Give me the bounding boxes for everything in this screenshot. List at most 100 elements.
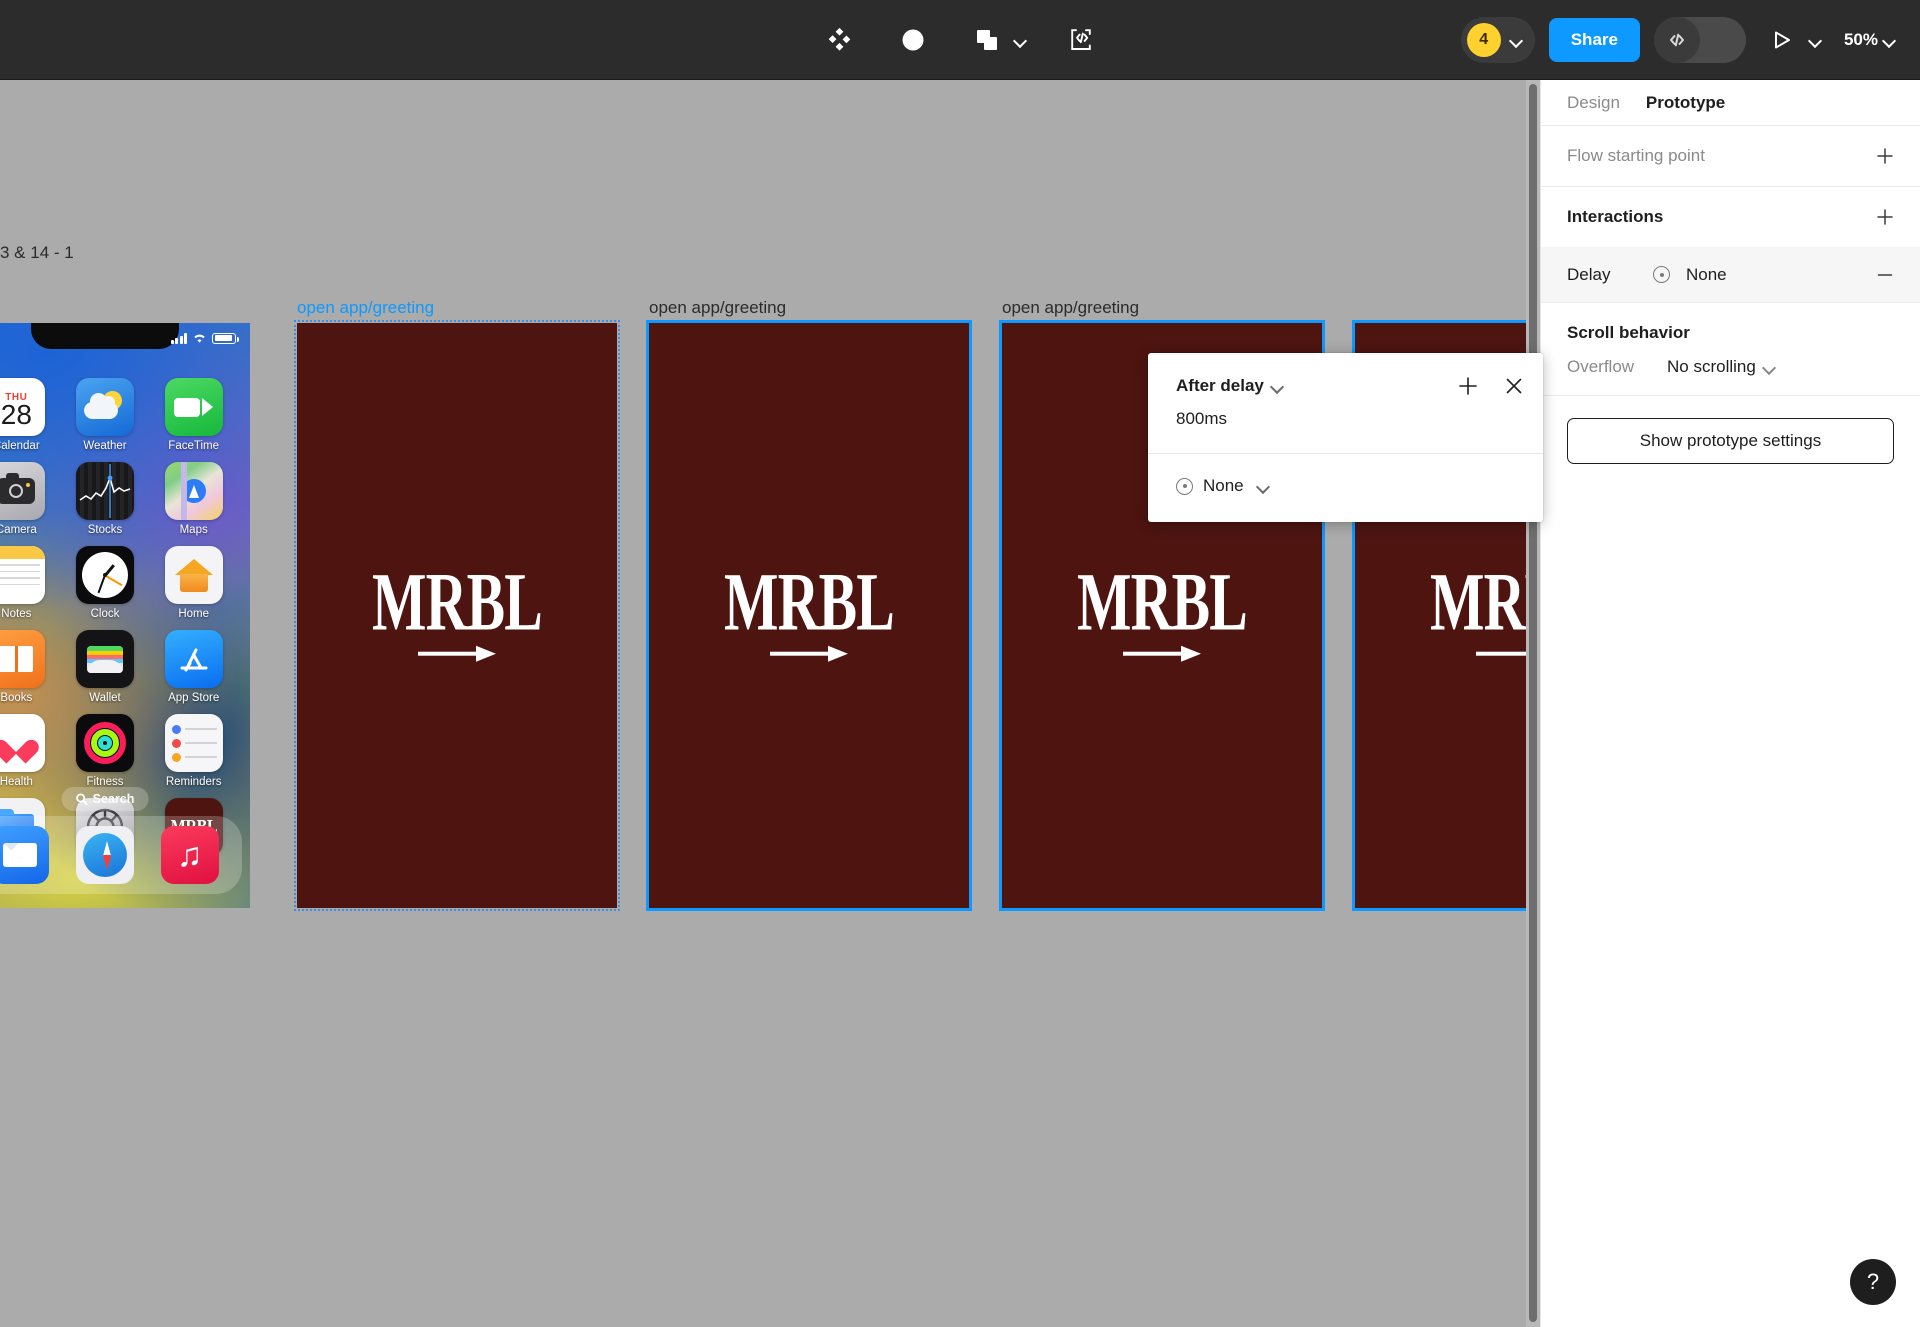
- wifi-icon: [194, 334, 205, 343]
- code-frame-icon[interactable]: [1059, 18, 1103, 62]
- app-label: Calendar: [0, 440, 40, 452]
- app-label: Reminders: [165, 776, 222, 788]
- target-icon: [1653, 266, 1670, 283]
- zoom-level-label: 50%: [1843, 30, 1878, 49]
- collaborator-count-badge: 4: [1466, 23, 1501, 57]
- remove-interaction-button[interactable]: [1870, 260, 1900, 290]
- tab-prototype[interactable]: Prototype: [1646, 93, 1725, 113]
- interaction-delay-row[interactable]: Delay None: [1541, 247, 1920, 302]
- app-label: Notes: [1, 608, 32, 620]
- app-weather[interactable]: Weather: [69, 378, 141, 452]
- components-icon[interactable]: [817, 18, 861, 62]
- design-canvas[interactable]: 3 & 14 - 1 THU 28 Calendar W: [0, 80, 1540, 1327]
- weather-icon: [75, 378, 134, 436]
- popup-header-actions: [1453, 371, 1529, 401]
- add-interaction-button[interactable]: [1453, 371, 1483, 401]
- play-icon[interactable]: [1760, 18, 1804, 62]
- chevron-down-icon[interactable]: [1806, 31, 1824, 49]
- show-prototype-settings-button[interactable]: Show prototype settings: [1567, 418, 1894, 464]
- mail-icon[interactable]: [0, 826, 50, 884]
- interactions-label: Interactions: [1567, 207, 1664, 226]
- app-label: App Store: [168, 692, 220, 704]
- app-facetime[interactable]: FaceTime: [158, 378, 230, 452]
- popup-header: After delay: [1148, 353, 1543, 405]
- popup-delay-value[interactable]: 800ms: [1148, 405, 1543, 453]
- collaborators-pill[interactable]: 4: [1460, 17, 1535, 63]
- music-icon[interactable]: ♫: [160, 826, 219, 884]
- add-flow-starting-point-button[interactable]: [1870, 141, 1900, 171]
- wallet-icon: [75, 630, 134, 688]
- contrast-icon[interactable]: [891, 18, 935, 62]
- search-pill[interactable]: Search: [61, 787, 149, 811]
- chevron-down-icon[interactable]: [1268, 377, 1286, 395]
- interactions-section: Interactions: [1541, 187, 1920, 247]
- splash-wordmark: MRBL: [1429, 556, 1540, 649]
- frame-greeting-2[interactable]: open app/greeting MRBL: [646, 298, 972, 911]
- chevron-down-icon[interactable]: [1011, 31, 1029, 49]
- close-icon[interactable]: [1499, 371, 1529, 401]
- help-button[interactable]: ?: [1850, 1259, 1896, 1305]
- app-label: Books: [0, 692, 33, 704]
- splash-wordmark: MRBL: [1076, 556, 1248, 649]
- flow-starting-point-label: Flow starting point: [1567, 146, 1705, 165]
- search-icon: [76, 793, 88, 805]
- frame-label[interactable]: open app/greeting: [649, 298, 786, 318]
- app-calendar[interactable]: THU 28 Calendar: [0, 378, 52, 452]
- overflow-row: Overflow No scrolling: [1567, 357, 1900, 377]
- interactions-row: Interactions: [1567, 187, 1900, 247]
- app-health[interactable]: Health: [0, 714, 52, 788]
- chevron-down-icon[interactable]: [1254, 477, 1272, 495]
- splash-logo: MRBL: [1355, 561, 1540, 662]
- delay-destination-value: None: [1686, 264, 1727, 284]
- safari-icon[interactable]: [75, 826, 134, 884]
- app-home[interactable]: Home: [158, 546, 230, 620]
- splash-logo: MRBL: [649, 561, 969, 662]
- panel-tabs: Design Prototype: [1541, 80, 1920, 126]
- splash-wordmark: MRBL: [371, 556, 543, 649]
- present-control[interactable]: [1760, 18, 1824, 62]
- add-interaction-button[interactable]: [1870, 202, 1900, 232]
- signal-bars-icon: [170, 332, 187, 344]
- battery-icon: [212, 332, 239, 344]
- tab-design[interactable]: Design: [1567, 93, 1620, 113]
- share-button[interactable]: Share: [1548, 18, 1640, 62]
- app-camera[interactable]: Camera: [0, 462, 52, 536]
- books-icon: [0, 630, 46, 688]
- app-label: Clock: [90, 608, 120, 620]
- app-stocks[interactable]: Stocks: [69, 462, 141, 536]
- boolean-union-icon[interactable]: [965, 18, 1009, 62]
- canvas-scrollbar-thumb[interactable]: [1529, 84, 1537, 1322]
- app-books[interactable]: Books: [0, 630, 52, 704]
- right-properties-panel: Design Prototype Flow starting point Int…: [1540, 80, 1920, 1327]
- chevron-down-icon[interactable]: [1760, 358, 1778, 376]
- app-notes[interactable]: Notes: [0, 546, 52, 620]
- dev-mode-toggle[interactable]: [1653, 17, 1746, 63]
- canvas-scrollbar[interactable]: [1526, 80, 1540, 1327]
- boolean-groups-control[interactable]: [965, 18, 1029, 62]
- app-app-store[interactable]: App Store: [158, 630, 230, 704]
- popup-action-row[interactable]: None: [1148, 454, 1543, 522]
- status-bar: [170, 332, 239, 344]
- delay-label: Delay: [1567, 264, 1611, 284]
- chevron-down-icon[interactable]: [1880, 31, 1898, 49]
- health-icon: [0, 714, 46, 772]
- chevron-down-icon[interactable]: [1507, 31, 1525, 49]
- overflow-label: Overflow: [1567, 357, 1635, 376]
- frame-label[interactable]: open app/greeting: [1002, 298, 1139, 318]
- dock: ♫: [0, 816, 242, 894]
- app-wallet[interactable]: Wallet: [69, 630, 141, 704]
- app-label: Stocks: [87, 524, 123, 536]
- overflow-value[interactable]: No scrolling: [1667, 357, 1756, 377]
- frame-greeting-1[interactable]: open app/greeting MRBL: [294, 298, 620, 911]
- frame-label[interactable]: open app/greeting: [297, 298, 434, 318]
- app-clock[interactable]: Clock: [69, 546, 141, 620]
- app-label: Maps: [179, 524, 208, 536]
- app-maps[interactable]: Maps: [158, 462, 230, 536]
- frame-artboard[interactable]: MRBL: [646, 320, 972, 911]
- frame-artboard[interactable]: MRBL: [294, 320, 620, 911]
- app-reminders[interactable]: Reminders: [158, 714, 230, 788]
- app-fitness[interactable]: Fitness: [69, 714, 141, 788]
- target-icon: [1176, 477, 1193, 495]
- ios-home-screen-frame[interactable]: THU 28 Calendar Weather FaceTime: [0, 323, 250, 908]
- zoom-control[interactable]: 50%: [1838, 18, 1904, 62]
